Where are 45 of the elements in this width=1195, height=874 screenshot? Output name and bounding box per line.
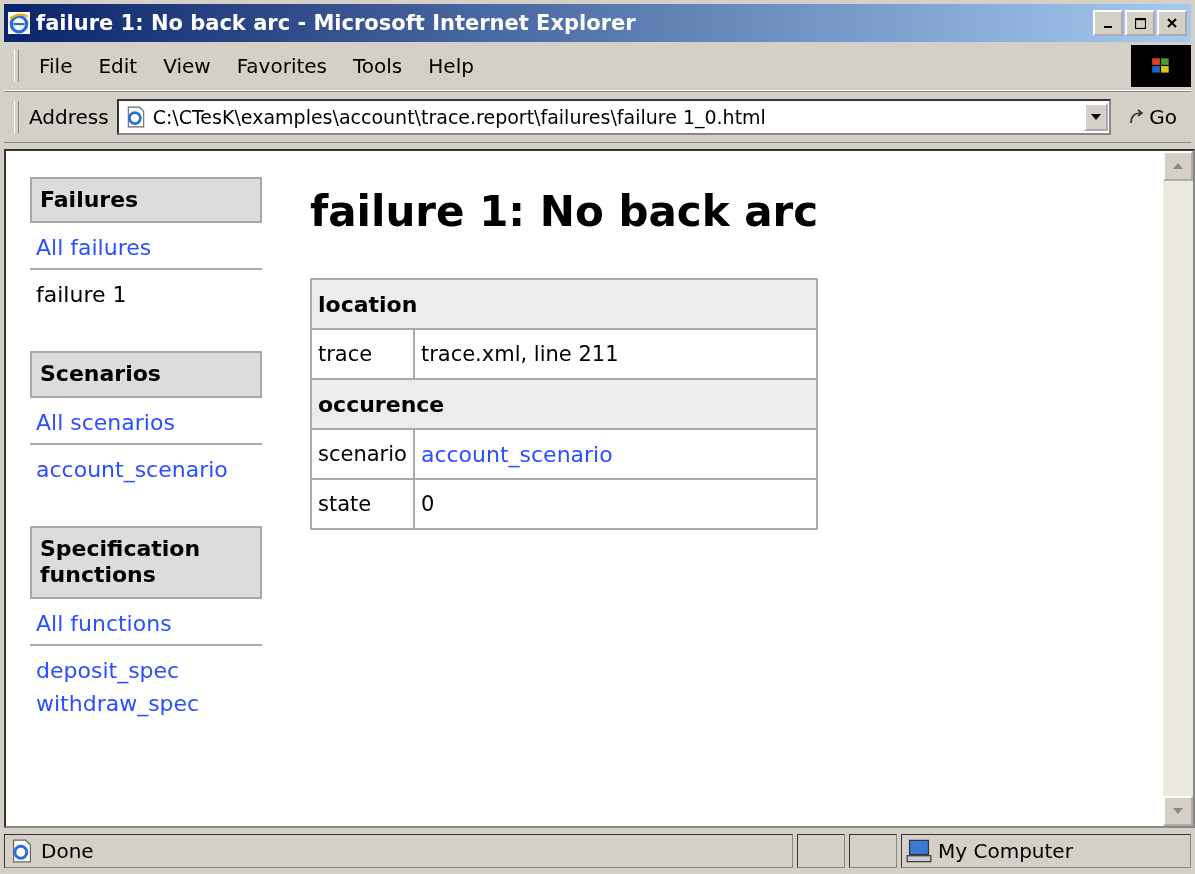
status-pane (797, 834, 845, 868)
section-heading: Specification functions (30, 525, 262, 599)
sidebar-link[interactable]: All failures (30, 223, 262, 265)
maximize-button[interactable] (1125, 10, 1155, 36)
computer-icon (906, 839, 932, 863)
minimize-icon (1104, 26, 1112, 28)
scroll-down-icon (1173, 808, 1183, 814)
menu-item[interactable]: Help (418, 54, 490, 78)
address-field[interactable]: C:\CTesK\examples\account\trace.report\failures\failure 1_0.html (116, 99, 1112, 135)
zone-text: My Computer (938, 839, 1073, 863)
close-button[interactable] (1157, 10, 1187, 36)
sidebar-link[interactable]: deposit_spec (36, 653, 256, 687)
sidebar-link[interactable]: withdraw_spec (36, 686, 256, 720)
menu-item[interactable]: View (153, 54, 227, 78)
windows-logo-icon (1131, 45, 1191, 87)
menu-item[interactable]: Edit (88, 54, 154, 78)
table-cell: state (311, 479, 414, 529)
status-pane (849, 834, 897, 868)
maximize-icon (1134, 17, 1146, 29)
table-header: location (311, 279, 818, 329)
section-heading: Failures (30, 177, 262, 224)
menu-item[interactable]: File (29, 54, 89, 78)
browser-logo-icon (8, 12, 30, 34)
window-title: failure 1: No back arc - Microsoft Internet Explorer (36, 11, 637, 35)
menu-item[interactable]: Tools (343, 54, 419, 78)
table-cell: scenario (311, 429, 414, 479)
sidebar-link[interactable]: account_scenario (36, 452, 256, 486)
sidebar-link[interactable]: All scenarios (30, 397, 262, 439)
section-heading: Scenarios (30, 351, 262, 398)
sidebar-item: failure 1 (36, 281, 128, 310)
sidebar-link[interactable]: All functions (30, 598, 262, 640)
table-header: occurence (311, 379, 818, 429)
menu-item[interactable]: Favorites (226, 54, 343, 78)
status-text: Done (41, 839, 94, 863)
dropdown-button[interactable] (1084, 103, 1109, 131)
table-cell: 0 (413, 479, 818, 529)
minimize-button[interactable] (1093, 10, 1123, 36)
close-icon (1167, 18, 1177, 28)
table-link[interactable]: account_scenario (420, 441, 613, 467)
scroll-up-icon (1173, 163, 1183, 169)
caret-icon (1091, 114, 1102, 120)
go-button[interactable]: Go (1127, 105, 1177, 129)
address-label: Address (29, 105, 109, 129)
page-title: failure 1: No back arc (310, 187, 819, 236)
scrollbar[interactable] (1163, 151, 1193, 826)
